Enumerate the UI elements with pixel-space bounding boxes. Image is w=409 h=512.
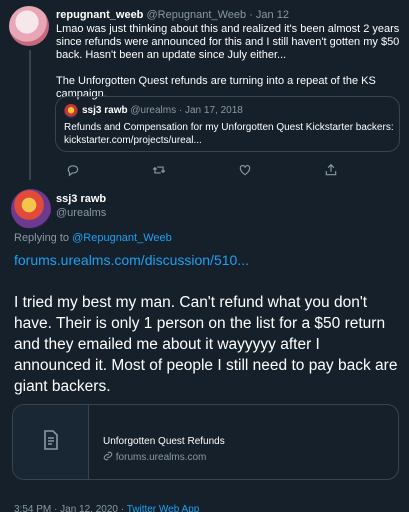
parent-avatar[interactable]: [9, 6, 49, 46]
main-handle[interactable]: @urealms: [56, 207, 106, 219]
quoted-avatar: [64, 104, 78, 118]
quoted-display-name: ssj3 rawb: [82, 105, 128, 116]
reply-icon[interactable]: [66, 163, 82, 179]
tweet-meta: 3:54 PM · Jan 12, 2020 · Twitter Web App: [14, 504, 199, 512]
main-tweet-text: I tried my best my man. Can't refund wha…: [14, 294, 398, 395]
parent-separator: ·: [249, 9, 253, 21]
document-icon: [42, 429, 60, 455]
share-icon[interactable]: [324, 163, 340, 179]
tweet-actions: [66, 163, 386, 179]
card-domain-text: forums.urealms.com: [115, 452, 207, 463]
parent-tweet-text: Lmao was just thinking about this and re…: [56, 23, 401, 101]
tweet-timestamp[interactable]: 3:54 PM · Jan 12, 2020 ·: [14, 504, 124, 512]
tweet-url-link[interactable]: forums.urealms.com/discussion/510...: [14, 252, 249, 268]
link-card[interactable]: Unforgotten Quest Refunds forums.urealms…: [12, 404, 399, 480]
retweet-icon[interactable]: [152, 163, 168, 179]
quoted-text: Refunds and Compensation for my Unforgot…: [64, 122, 394, 146]
parent-header: repugnant_weeb @Repugnant_Weeb · Jan 12: [56, 9, 289, 21]
replying-prefix: Replying to: [14, 232, 70, 244]
quoted-header: ssj3 rawb @urealms · Jan 17, 2018: [82, 105, 243, 116]
card-domain: forums.urealms.com: [103, 451, 206, 463]
parent-handle[interactable]: @Repugnant_Weeb: [146, 9, 246, 21]
parent-tweet[interactable]: repugnant_weeb @Repugnant_Weeb · Jan 12 …: [0, 0, 409, 180]
parent-paragraph-1: Lmao was just thinking about this and re…: [56, 23, 400, 61]
parent-date[interactable]: Jan 12: [256, 9, 289, 21]
card-thumbnail: [13, 405, 89, 479]
card-title: Unforgotten Quest Refunds: [103, 436, 225, 447]
parent-display-name[interactable]: repugnant_weeb: [56, 9, 143, 21]
quoted-separator: ·: [178, 105, 183, 116]
replying-to-link[interactable]: @Repugnant_Weeb: [72, 232, 172, 244]
replying-to: Replying to @Repugnant_Weeb: [14, 232, 172, 244]
main-avatar[interactable]: [11, 189, 51, 229]
link-icon: [103, 451, 116, 463]
quoted-handle: @urealms: [130, 105, 177, 116]
main-display-name[interactable]: ssj3 rawb: [56, 193, 106, 205]
quoted-tweet[interactable]: ssj3 rawb @urealms · Jan 17, 2018 Refund…: [55, 96, 400, 152]
tweet-source[interactable]: Twitter Web App: [127, 504, 200, 512]
like-icon[interactable]: [238, 163, 254, 179]
quoted-date: Jan 17, 2018: [185, 105, 243, 116]
thread-line: [29, 50, 31, 180]
